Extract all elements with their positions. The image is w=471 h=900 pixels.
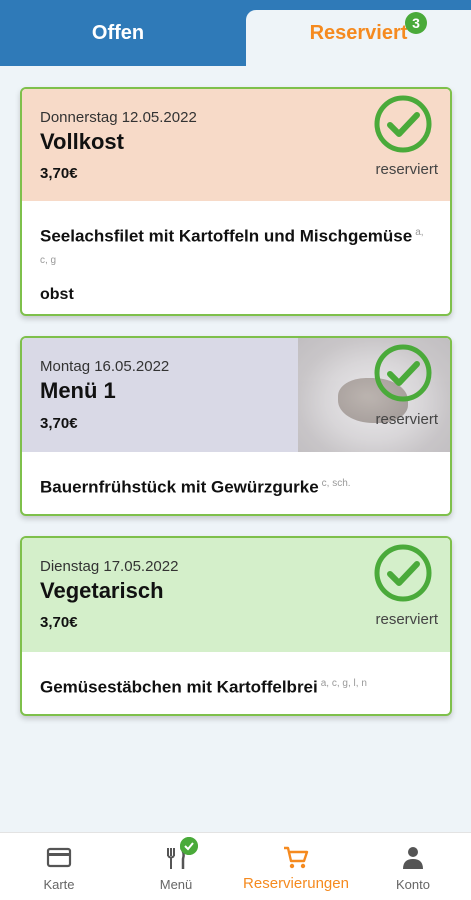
nav-menu-label: Menü xyxy=(159,877,193,892)
card-body: Seelachsfilet mit Kartoffeln und Mischge… xyxy=(22,201,450,314)
card-body: Gemüsestäbchen mit Kartoffelbrei a, c, g,… xyxy=(22,652,450,714)
status-label: reserviert xyxy=(375,161,438,178)
dish-description: Seelachsfilet mit Kartoffeln und Mischge… xyxy=(40,221,432,276)
card-date: Donnerstag 12.05.2022 xyxy=(40,109,197,126)
nav-konto-label: Konto xyxy=(396,877,430,892)
bottom-navigation: Karte Menü Reservierungen Konto xyxy=(0,832,471,900)
dish-text: Gemüsestäbchen mit Kartoffelbrei xyxy=(40,677,318,697)
check-circle-icon xyxy=(374,344,432,402)
card-header: Donnerstag 12.05.2022 Vollkost 3,70€ res… xyxy=(22,89,450,201)
nav-reservierungen[interactable]: Reservierungen xyxy=(228,833,364,900)
menu-icon-wrap xyxy=(162,837,198,871)
credit-card-icon xyxy=(46,847,72,868)
card-header: Montag 16.05.2022 Menü 1 3,70€ reservier… xyxy=(22,338,450,452)
cart-icon xyxy=(284,846,309,869)
dish-extra: obst xyxy=(40,286,74,304)
dish-description: Bauernfrühstück mit Gewürzgurke c, sch. xyxy=(40,472,432,500)
nav-karte-label: Karte xyxy=(43,877,75,892)
card-price: 3,70€ xyxy=(40,415,78,432)
nav-reservierungen-label: Reservierungen xyxy=(243,875,349,892)
nav-konto[interactable]: Konto xyxy=(378,833,448,900)
nav-menu[interactable]: Menü xyxy=(140,833,212,900)
status-label: reserviert xyxy=(375,411,438,428)
card-title: Menü 1 xyxy=(40,378,116,403)
tab-offen-label: Offen xyxy=(91,21,145,44)
card-title: Vegetarisch xyxy=(40,578,164,603)
reservation-card[interactable]: Montag 16.05.2022 Menü 1 3,70€ reservier… xyxy=(20,336,452,516)
card-date: Montag 16.05.2022 xyxy=(40,358,170,375)
check-circle-icon xyxy=(374,95,432,153)
allergens: a, c, g, l, n xyxy=(320,678,367,689)
tab-reserviert[interactable]: Reserviert 3 xyxy=(246,10,471,66)
check-badge-icon xyxy=(180,837,198,855)
tab-offen[interactable]: Offen xyxy=(0,0,236,66)
card-body: Bauernfrühstück mit Gewürzgurke c, sch. xyxy=(22,452,450,514)
nav-karte[interactable]: Karte xyxy=(20,833,98,900)
dish-description: Gemüsestäbchen mit Kartoffelbrei a, c, g,… xyxy=(40,672,432,700)
reservation-card[interactable]: Dienstag 17.05.2022 Vegetarisch 3,70€ re… xyxy=(20,536,452,716)
card-price: 3,70€ xyxy=(40,614,78,631)
card-title: Vollkost xyxy=(40,129,124,154)
tab-bar: Offen Reserviert 3 xyxy=(0,0,471,66)
tab-reserviert-label: Reserviert xyxy=(309,21,408,44)
reserved-count-badge: 3 xyxy=(405,12,427,34)
allergens: c, sch. xyxy=(321,478,351,489)
card-date: Dienstag 17.05.2022 xyxy=(40,558,179,575)
status-label: reserviert xyxy=(375,611,438,628)
reservation-card[interactable]: Donnerstag 12.05.2022 Vollkost 3,70€ res… xyxy=(20,87,452,316)
person-icon xyxy=(403,847,423,869)
dish-text: Bauernfrühstück mit Gewürzgurke xyxy=(40,477,319,497)
card-price: 3,70€ xyxy=(40,165,78,182)
dish-text: Seelachsfilet mit Kartoffeln und Mischge… xyxy=(40,226,413,246)
check-circle-icon xyxy=(374,544,432,602)
card-header: Dienstag 17.05.2022 Vegetarisch 3,70€ re… xyxy=(22,538,450,652)
